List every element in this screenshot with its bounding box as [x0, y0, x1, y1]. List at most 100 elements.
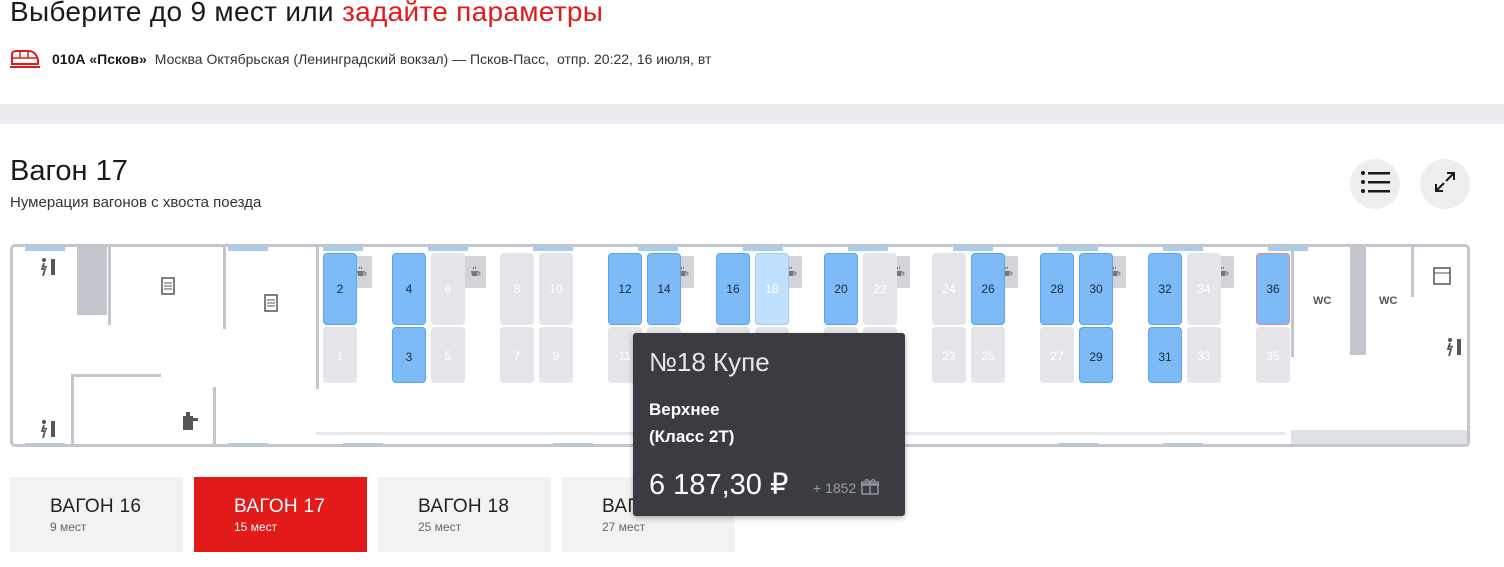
seat-10: 10: [539, 253, 573, 325]
seat-4[interactable]: 4: [392, 253, 426, 325]
tea-icon: [464, 256, 486, 288]
wagon-tab-16[interactable]: ВАГОН 16 9 мест: [10, 477, 183, 552]
window: [533, 247, 573, 251]
exit-icon: [37, 419, 59, 444]
wall: [71, 374, 74, 444]
seat-1: 1: [323, 327, 357, 383]
tooltip-position: Верхнее: [649, 400, 720, 419]
seat-24: 24: [932, 253, 966, 325]
seat-29[interactable]: 29: [1079, 327, 1113, 383]
seat-32[interactable]: 32: [1148, 253, 1182, 325]
tooltip-title: №18 Купе: [649, 347, 770, 377]
wagon-tab-seats: 25 мест: [418, 520, 462, 534]
section-divider: [0, 104, 1504, 124]
seat-7: 7: [500, 327, 534, 383]
expand-button[interactable]: [1420, 159, 1470, 209]
wagon-tab-title: ВАГОН 17: [234, 496, 326, 517]
seat-20[interactable]: 20: [824, 253, 858, 325]
window: [638, 247, 678, 251]
train-departure: отпр. 20:22, 16 июля, вт: [556, 51, 712, 67]
seat-8: 8: [500, 253, 534, 325]
window: [323, 247, 363, 251]
seat-2[interactable]: 2: [323, 253, 357, 325]
seat-36[interactable]: 36: [1256, 253, 1290, 325]
seat-3[interactable]: 3: [392, 327, 426, 383]
seat-34: 34: [1187, 253, 1221, 325]
exit-icon: [37, 257, 59, 282]
wall: [77, 247, 107, 315]
train-info: 010А «Псков» Москва Октябрьская (Ленингр…: [10, 48, 711, 70]
window: [228, 443, 268, 444]
seat-9: 9: [539, 327, 573, 383]
seat-6: 6: [431, 253, 465, 325]
seat-25: 25: [971, 327, 1005, 383]
wall: [71, 374, 161, 377]
seat-27: 27: [1040, 327, 1074, 383]
wall: [1350, 247, 1366, 355]
window: [553, 443, 593, 444]
wc-label: WC: [1379, 295, 1398, 307]
page-heading: Выберите до 9 мест или задайте параметры: [10, 0, 603, 28]
wagon-tab-17[interactable]: ВАГОН 17 15 мест: [194, 477, 367, 552]
wagon-tab-title: ВАГОН 18: [418, 496, 510, 517]
window: [1058, 247, 1098, 251]
wagon-tab-seats: 9 мест: [50, 520, 87, 534]
cabinet-icon: [264, 294, 278, 317]
train-route: Москва Октябрьская (Ленинградский вокзал…: [154, 51, 549, 67]
window: [428, 247, 468, 251]
gift-icon: [861, 478, 880, 498]
wc-label: WC: [1313, 295, 1332, 307]
tooltip-price: 6 187,30 ₽: [649, 469, 789, 501]
wall: [316, 247, 319, 389]
vestibule-floor: [1291, 430, 1467, 444]
window: [848, 247, 888, 251]
wagon-tab-18[interactable]: ВАГОН 18 25 мест: [378, 477, 551, 552]
seat-26[interactable]: 26: [971, 253, 1005, 325]
wall: [108, 247, 111, 325]
window: [953, 247, 993, 251]
wall: [1291, 247, 1294, 357]
window: [228, 247, 268, 251]
window: [1163, 443, 1203, 444]
wall: [223, 247, 226, 329]
window: [743, 247, 783, 251]
wagon-title: Вагон 17: [10, 155, 128, 187]
exit-icon: [1443, 337, 1465, 362]
wagon-tab-seats: 27 мест: [602, 520, 646, 534]
seat-33: 33: [1187, 327, 1221, 383]
list-icon: [1360, 170, 1390, 199]
seat-23: 23: [932, 327, 966, 383]
window: [1268, 247, 1308, 251]
seat-30[interactable]: 30: [1079, 253, 1113, 325]
expand-icon: [1433, 170, 1457, 199]
seat-28[interactable]: 28: [1040, 253, 1074, 325]
window: [25, 247, 65, 251]
seat-18[interactable]: 18: [755, 253, 789, 325]
window: [343, 443, 383, 444]
seat-35: 35: [1256, 327, 1290, 383]
seat-16[interactable]: 16: [716, 253, 750, 325]
water-icon: [181, 412, 199, 437]
seat-22: 22: [863, 253, 897, 325]
seat-14[interactable]: 14: [647, 253, 681, 325]
window: [1058, 443, 1098, 444]
seat-5: 5: [431, 327, 465, 383]
wall: [213, 387, 216, 444]
heading-text: Выберите до 9 мест или: [10, 0, 342, 27]
wall: [1411, 247, 1414, 297]
wagon-tab-title: ВАГОН 16: [50, 496, 142, 517]
window: [25, 443, 65, 444]
tooltip-class: (Класс 2Т): [649, 427, 735, 446]
train-icon: [10, 47, 40, 72]
cabinet-icon: [161, 277, 175, 300]
seat-31[interactable]: 31: [1148, 327, 1182, 383]
bonus-amount: + 1852: [813, 480, 857, 496]
window: [1163, 247, 1203, 251]
seat-tooltip: №18 Купе Верхнее (Класс 2Т) 6 187,30 ₽ +…: [633, 333, 905, 516]
tooltip-bonus: + 1852: [813, 478, 880, 498]
seat-12[interactable]: 12: [608, 253, 642, 325]
set-parameters-link[interactable]: задайте параметры: [342, 0, 603, 27]
list-view-button[interactable]: [1350, 159, 1400, 209]
trash-icon: [1433, 267, 1451, 290]
train-number: 010А «Псков»: [52, 51, 147, 67]
